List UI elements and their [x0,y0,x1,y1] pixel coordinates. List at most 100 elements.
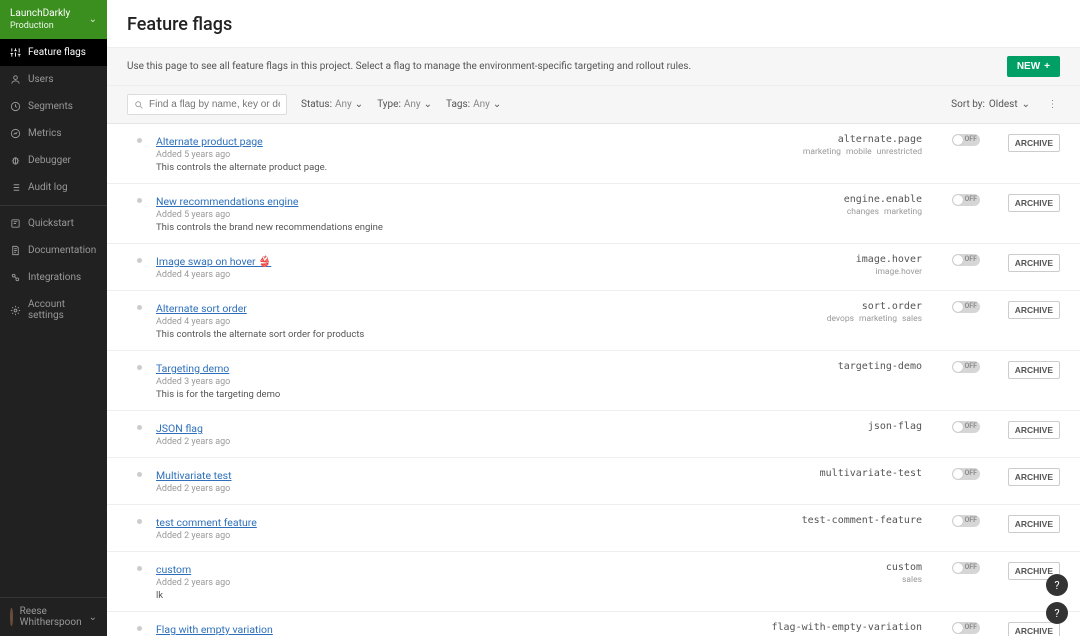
help-button[interactable]: ? [1046,602,1068,624]
flag-toggle-col: OFF [936,134,996,146]
archive-button[interactable]: ARCHIVE [1008,134,1060,152]
toggle-knob [953,623,963,633]
flag-tags: marketingmobileunrestricted [732,147,922,157]
new-flag-label: NEW [1017,61,1040,72]
flag-toggle[interactable]: OFF [952,301,980,313]
toggle-label: OFF [964,516,977,524]
flag-action-col: ARCHIVE [1010,134,1060,152]
flag-action-col: ARCHIVE [1010,301,1060,319]
project-env-switcher[interactable]: LaunchDarkly Production ⌄ [0,0,107,39]
filter-type-value: Any [404,99,421,110]
flag-name-link[interactable]: custom [156,563,191,576]
flag-toggle[interactable]: OFF [952,468,980,480]
more-menu[interactable]: ⋮ [1044,99,1060,110]
flag-toggle[interactable]: OFF [952,562,980,574]
flag-toggle[interactable]: OFF [952,421,980,433]
sidebar-item-documentation[interactable]: Documentation [0,237,107,264]
flag-name-link[interactable]: JSON flag [156,422,203,435]
sort-by[interactable]: Sort by: Oldest ⌄ [951,99,1030,110]
toggle-label: OFF [964,195,977,203]
sidebar-item-audit-log[interactable]: Audit log [0,174,107,201]
flag-toggle-col: OFF [936,361,996,373]
flag-name-link[interactable]: test comment feature [156,516,257,529]
sidebar-item-users[interactable]: Users [0,66,107,93]
main-content: Feature flags Use this page to see all f… [107,0,1080,636]
flag-toggle-col: OFF [936,468,996,480]
flag-action-col: ARCHIVE [1010,194,1060,212]
sidebar-item-label: Feature flags [28,47,86,58]
flag-name-link[interactable]: Alternate sort order [156,302,247,315]
flag-toggle[interactable]: OFF [952,361,980,373]
archive-button[interactable]: ARCHIVE [1008,622,1060,636]
flag-info: Multivariate test Added 2 years ago [156,468,718,494]
sidebar-nav: Feature flags Users Segments Metrics Deb… [0,39,107,597]
flag-key: targeting-demo [732,361,922,372]
flag-name-link[interactable]: Alternate product page [156,135,263,148]
clock-icon [10,101,21,112]
flag-info: JSON flag Added 2 years ago [156,421,718,447]
sidebar-item-segments[interactable]: Segments [0,93,107,120]
flag-toggle-col: OFF [936,515,996,527]
environment-name: Production [10,21,70,31]
help-button[interactable]: ? [1046,574,1068,596]
filter-status[interactable]: Status: Any ⌄ [301,99,363,110]
archive-button[interactable]: ARCHIVE [1008,194,1060,212]
toggle-knob [953,255,963,265]
flag-toggle[interactable]: OFF [952,194,980,206]
sidebar-item-feature-flags[interactable]: Feature flags [0,39,107,66]
sidebar-item-metrics[interactable]: Metrics [0,120,107,147]
archive-button[interactable]: ARCHIVE [1008,515,1060,533]
search-input[interactable] [149,99,280,110]
chevron-down-icon: ⌄ [89,612,97,623]
flag-name-link[interactable]: Multivariate test [156,469,232,482]
help-fabs: ? ? [1046,574,1068,624]
flag-action-col: ARCHIVE [1010,622,1060,636]
flag-toggle-col: OFF [936,254,996,266]
new-flag-button[interactable]: NEW + [1007,56,1060,77]
flag-key: flag-with-empty-variation [732,622,922,633]
flag-added-text: Added 2 years ago [156,578,718,588]
sidebar-item-account-settings[interactable]: Account settings [0,291,107,329]
flag-toggle-col: OFF [936,622,996,634]
page-title: Feature flags [127,14,1060,35]
search-input-wrapper[interactable] [127,94,287,115]
flag-toggle[interactable]: OFF [952,515,980,527]
archive-button[interactable]: ARCHIVE [1008,361,1060,379]
sidebar-item-debugger[interactable]: Debugger [0,147,107,174]
tag: changes [847,207,879,217]
brand-name: LaunchDarkly [10,8,70,19]
user-menu[interactable]: Reese Whitherspoon ⌄ [0,597,107,636]
flag-key: json-flag [732,421,922,432]
flag-name-link[interactable]: Flag with empty variation [156,623,273,636]
sortby-label: Sort by: [951,99,985,110]
filter-type[interactable]: Type: Any ⌄ [377,99,432,110]
plus-icon: + [1044,61,1050,72]
tag: image.hover [875,267,922,277]
flag-added-text: Added 5 years ago [156,210,718,220]
flag-action-col: ARCHIVE [1010,515,1060,533]
flag-row: JSON flag Added 2 years ago json-flag OFF AR… [107,411,1080,458]
archive-button[interactable]: ARCHIVE [1008,468,1060,486]
toggle-knob [953,563,963,573]
flag-tags: changes marketing [732,207,922,217]
flag-name-link[interactable]: New recommendations engine [156,195,298,208]
flag-name-link[interactable]: Targeting demo [156,362,229,375]
user-first-name: Reese [20,606,82,617]
flag-added-text: Added 2 years ago [156,484,718,494]
flag-toggle[interactable]: OFF [952,134,980,146]
flag-toggle[interactable]: OFF [952,254,980,266]
flag-info: test comment featureAdded 2 years ago [156,515,718,541]
flag-name-link[interactable]: Image swap on hover 👙 [156,255,271,268]
archive-button[interactable]: ARCHIVE [1008,301,1060,319]
bug-icon [10,155,21,166]
archive-button[interactable]: ARCHIVE [1008,254,1060,272]
flag-key: sort.order [732,301,922,312]
tag: marketing [884,207,922,217]
sidebar-item-integrations[interactable]: Integrations [0,264,107,291]
flag-added-text: Added 2 years ago [156,437,718,447]
filter-tags[interactable]: Tags: Any ⌄ [446,99,501,110]
sidebar-item-quickstart[interactable]: Quickstart [0,210,107,237]
archive-button[interactable]: ARCHIVE [1008,421,1060,439]
filter-status-value: Any [335,99,352,110]
flag-toggle[interactable]: OFF [952,622,980,634]
